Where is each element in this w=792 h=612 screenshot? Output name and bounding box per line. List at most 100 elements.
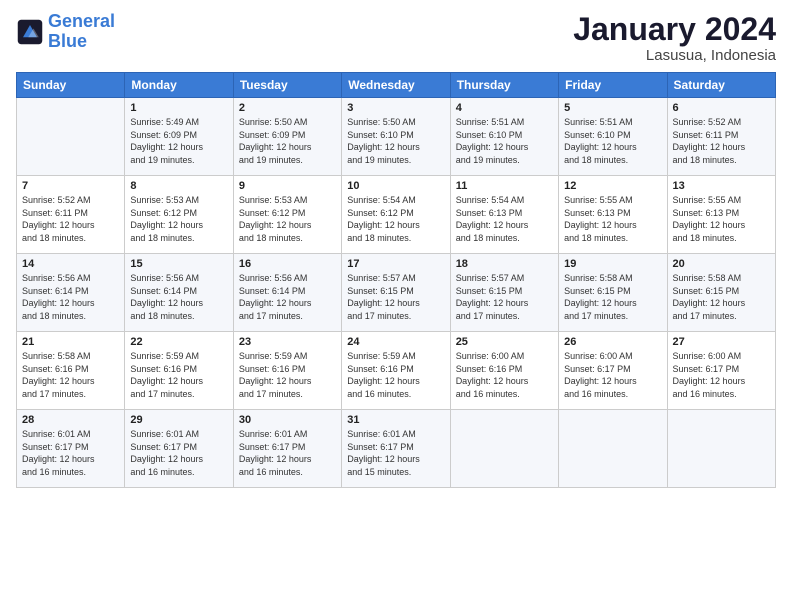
calendar-cell: 31Sunrise: 6:01 AMSunset: 6:17 PMDayligh… xyxy=(342,410,450,488)
calendar-cell: 14 Sunrise: 5:56 AMSunset: 6:14 PMDayligh… xyxy=(17,254,125,332)
calendar-cell xyxy=(450,410,558,488)
calendar-cell: 6 Sunrise: 5:52 AMSunset: 6:11 PMDaylight… xyxy=(667,98,775,176)
logo-icon xyxy=(16,18,44,46)
day-info: Sunrise: 5:55 AMSunset: 6:13 PMDaylight:… xyxy=(564,194,661,244)
day-number: 29 xyxy=(130,414,227,426)
calendar-cell: 16Sunrise: 5:56 AMSunset: 6:14 PMDayligh… xyxy=(233,254,341,332)
calendar-week-5: 28 Sunrise: 6:01 AMSunset: 6:17 PMDayligh… xyxy=(17,410,776,488)
day-info: Sunrise: 5:54 AMSunset: 6:12 PMDaylight:… xyxy=(347,194,444,244)
day-info: Sunrise: 5:57 AMSunset: 6:15 PMDaylight:… xyxy=(456,272,553,322)
day-number: 11 xyxy=(456,180,553,192)
calendar-cell: 2 Sunrise: 5:50 AMSunset: 6:09 PMDaylight… xyxy=(233,98,341,176)
page: General Blue January 2024 Lasusua, Indon… xyxy=(0,0,792,612)
header-saturday: Saturday xyxy=(667,73,775,98)
day-number: 3 xyxy=(347,102,444,114)
calendar-cell: 8 Sunrise: 5:53 AMSunset: 6:12 PMDaylight… xyxy=(125,176,233,254)
header-monday: Monday xyxy=(125,73,233,98)
day-number: 26 xyxy=(564,336,661,348)
calendar-cell: 18 Sunrise: 5:57 AMSunset: 6:15 PMDayligh… xyxy=(450,254,558,332)
calendar-cell: 29 Sunrise: 6:01 AMSunset: 6:17 PMDayligh… xyxy=(125,410,233,488)
day-info: Sunrise: 6:01 AMSunset: 6:17 PMDaylight:… xyxy=(130,428,227,478)
day-info: Sunrise: 5:52 AMSunset: 6:11 PMDaylight:… xyxy=(673,116,770,166)
day-number: 5 xyxy=(564,102,661,114)
calendar-cell: 11Sunrise: 5:54 AMSunset: 6:13 PMDayligh… xyxy=(450,176,558,254)
calendar-cell: 7 Sunrise: 5:52 AMSunset: 6:11 PMDaylight… xyxy=(17,176,125,254)
day-number: 7 xyxy=(22,180,119,192)
calendar-week-3: 14 Sunrise: 5:56 AMSunset: 6:14 PMDayligh… xyxy=(17,254,776,332)
calendar-cell: 28 Sunrise: 6:01 AMSunset: 6:17 PMDayligh… xyxy=(17,410,125,488)
day-number: 31 xyxy=(347,414,444,426)
day-info: Sunrise: 5:56 AMSunset: 6:14 PMDaylight:… xyxy=(22,272,119,322)
day-info: Sunrise: 5:52 AMSunset: 6:11 PMDaylight:… xyxy=(22,194,119,244)
day-number: 21 xyxy=(22,336,119,348)
title-block: January 2024 Lasusua, Indonesia xyxy=(573,12,776,64)
calendar-cell: 30 Sunrise: 6:01 AMSunset: 6:17 PMDayligh… xyxy=(233,410,341,488)
day-info: Sunrise: 5:59 AMSunset: 6:16 PMDaylight:… xyxy=(130,350,227,400)
calendar-cell: 25 Sunrise: 6:00 AMSunset: 6:16 PMDayligh… xyxy=(450,332,558,410)
day-number: 30 xyxy=(239,414,336,426)
day-number: 19 xyxy=(564,258,661,270)
calendar-cell xyxy=(17,98,125,176)
day-number: 24 xyxy=(347,336,444,348)
month-title: January 2024 xyxy=(573,12,776,47)
day-info: Sunrise: 5:51 AMSunset: 6:10 PMDaylight:… xyxy=(564,116,661,166)
day-info: Sunrise: 5:58 AMSunset: 6:15 PMDaylight:… xyxy=(673,272,770,322)
day-info: Sunrise: 5:50 AMSunset: 6:09 PMDaylight:… xyxy=(239,116,336,166)
logo-blue: Blue xyxy=(48,31,87,51)
day-number: 10 xyxy=(347,180,444,192)
calendar-cell: 13 Sunrise: 5:55 AMSunset: 6:13 PMDayligh… xyxy=(667,176,775,254)
calendar-cell: 27 Sunrise: 6:00 AMSunset: 6:17 PMDayligh… xyxy=(667,332,775,410)
day-number: 13 xyxy=(673,180,770,192)
day-number: 27 xyxy=(673,336,770,348)
logo: General Blue xyxy=(16,12,115,52)
day-info: Sunrise: 5:55 AMSunset: 6:13 PMDaylight:… xyxy=(673,194,770,244)
day-number: 18 xyxy=(456,258,553,270)
calendar-week-4: 21 Sunrise: 5:58 AMSunset: 6:16 PMDayligh… xyxy=(17,332,776,410)
calendar-cell: 1 Sunrise: 5:49 AMSunset: 6:09 PMDaylight… xyxy=(125,98,233,176)
calendar-table: Sunday Monday Tuesday Wednesday Thursday… xyxy=(16,72,776,488)
header-tuesday: Tuesday xyxy=(233,73,341,98)
calendar-cell: 24Sunrise: 5:59 AMSunset: 6:16 PMDayligh… xyxy=(342,332,450,410)
day-number: 2 xyxy=(239,102,336,114)
day-number: 22 xyxy=(130,336,227,348)
day-number: 17 xyxy=(347,258,444,270)
day-info: Sunrise: 5:50 AMSunset: 6:10 PMDaylight:… xyxy=(347,116,444,166)
day-info: Sunrise: 5:59 AMSunset: 6:16 PMDaylight:… xyxy=(239,350,336,400)
day-info: Sunrise: 6:01 AMSunset: 6:17 PMDaylight:… xyxy=(239,428,336,478)
day-info: Sunrise: 5:58 AMSunset: 6:16 PMDaylight:… xyxy=(22,350,119,400)
calendar-cell: 12Sunrise: 5:55 AMSunset: 6:13 PMDayligh… xyxy=(559,176,667,254)
calendar-cell: 21 Sunrise: 5:58 AMSunset: 6:16 PMDayligh… xyxy=(17,332,125,410)
day-number: 28 xyxy=(22,414,119,426)
day-number: 14 xyxy=(22,258,119,270)
day-info: Sunrise: 6:00 AMSunset: 6:17 PMDaylight:… xyxy=(673,350,770,400)
calendar-cell: 15Sunrise: 5:56 AMSunset: 6:14 PMDayligh… xyxy=(125,254,233,332)
calendar-cell: 23 Sunrise: 5:59 AMSunset: 6:16 PMDayligh… xyxy=(233,332,341,410)
day-info: Sunrise: 6:01 AMSunset: 6:17 PMDaylight:… xyxy=(22,428,119,478)
day-number: 25 xyxy=(456,336,553,348)
calendar-cell: 4 Sunrise: 5:51 AMSunset: 6:10 PMDaylight… xyxy=(450,98,558,176)
calendar-cell: 17 Sunrise: 5:57 AMSunset: 6:15 PMDayligh… xyxy=(342,254,450,332)
day-number: 23 xyxy=(239,336,336,348)
calendar-cell: 9Sunrise: 5:53 AMSunset: 6:12 PMDaylight… xyxy=(233,176,341,254)
day-info: Sunrise: 5:56 AMSunset: 6:14 PMDaylight:… xyxy=(130,272,227,322)
day-info: Sunrise: 6:00 AMSunset: 6:17 PMDaylight:… xyxy=(564,350,661,400)
day-info: Sunrise: 5:56 AMSunset: 6:14 PMDaylight:… xyxy=(239,272,336,322)
day-info: Sunrise: 5:58 AMSunset: 6:15 PMDaylight:… xyxy=(564,272,661,322)
header-thursday: Thursday xyxy=(450,73,558,98)
day-info: Sunrise: 5:53 AMSunset: 6:12 PMDaylight:… xyxy=(239,194,336,244)
day-number: 8 xyxy=(130,180,227,192)
day-info: Sunrise: 5:53 AMSunset: 6:12 PMDaylight:… xyxy=(130,194,227,244)
calendar-cell xyxy=(559,410,667,488)
header: General Blue January 2024 Lasusua, Indon… xyxy=(16,12,776,64)
day-info: Sunrise: 5:57 AMSunset: 6:15 PMDaylight:… xyxy=(347,272,444,322)
calendar-cell: 5 Sunrise: 5:51 AMSunset: 6:10 PMDaylight… xyxy=(559,98,667,176)
day-info: Sunrise: 5:49 AMSunset: 6:09 PMDaylight:… xyxy=(130,116,227,166)
logo-text: General Blue xyxy=(48,12,115,52)
calendar-week-1: 1 Sunrise: 5:49 AMSunset: 6:09 PMDaylight… xyxy=(17,98,776,176)
calendar-cell: 26 Sunrise: 6:00 AMSunset: 6:17 PMDayligh… xyxy=(559,332,667,410)
day-number: 1 xyxy=(130,102,227,114)
day-number: 4 xyxy=(456,102,553,114)
day-info: Sunrise: 5:51 AMSunset: 6:10 PMDaylight:… xyxy=(456,116,553,166)
day-info: Sunrise: 6:00 AMSunset: 6:16 PMDaylight:… xyxy=(456,350,553,400)
day-number: 6 xyxy=(673,102,770,114)
